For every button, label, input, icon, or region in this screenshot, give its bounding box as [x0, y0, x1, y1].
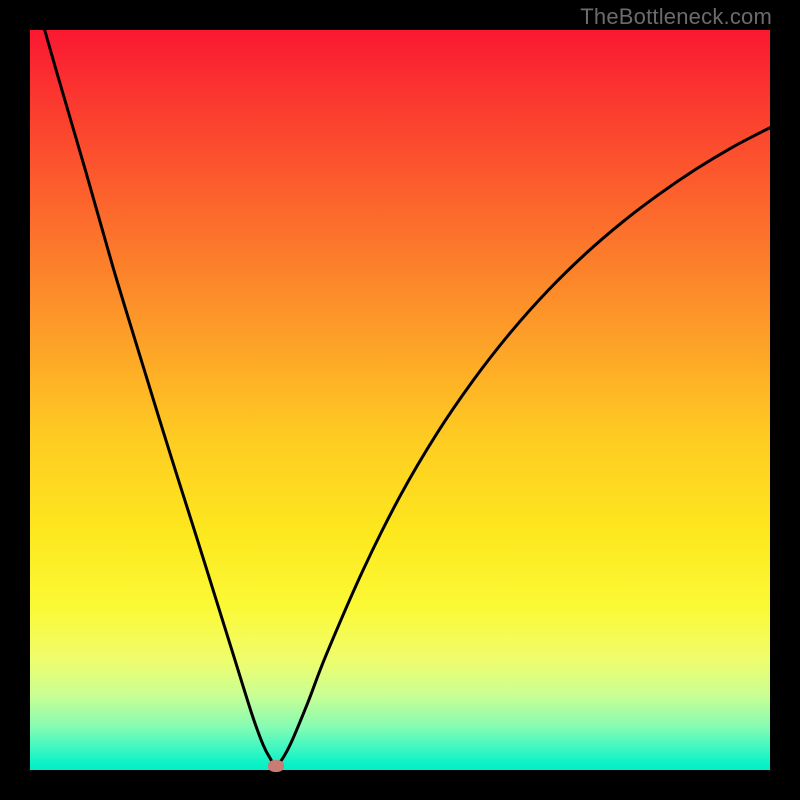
curve-layer: [30, 30, 770, 770]
plot-area: [30, 30, 770, 770]
watermark-text: TheBottleneck.com: [580, 4, 772, 30]
chart-frame: TheBottleneck.com: [0, 0, 800, 800]
optimal-marker: [268, 760, 284, 772]
bottleneck-curve: [30, 0, 770, 766]
